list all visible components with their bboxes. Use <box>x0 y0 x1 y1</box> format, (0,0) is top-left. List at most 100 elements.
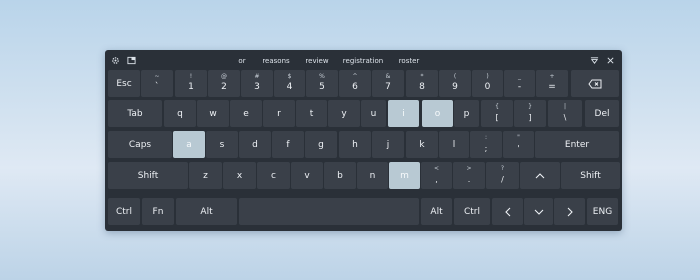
backspace-key[interactable] <box>571 70 619 97</box>
arrow-up-key[interactable] <box>520 162 560 189</box>
suggestion-2[interactable]: reasons <box>262 56 289 66</box>
key-a[interactable]: a <box>173 131 205 158</box>
key-c[interactable]: c <box>257 162 290 189</box>
key-6[interactable]: ^ 6 <box>339 70 371 97</box>
key-label: u <box>370 108 377 119</box>
key-label: ENG <box>592 206 613 217</box>
key-label: x <box>236 170 243 181</box>
key-y[interactable]: y <box>328 100 360 127</box>
key-label <box>239 198 419 225</box>
key-m[interactable]: m <box>389 162 420 189</box>
key-symbol: ; <box>484 144 488 153</box>
key-q[interactable]: q <box>164 100 196 127</box>
key-del[interactable]: Del <box>585 100 619 127</box>
key-label: Fn <box>152 206 164 217</box>
key-caps[interactable]: Caps <box>108 131 172 158</box>
key-h[interactable]: h <box>339 131 371 158</box>
key-alt[interactable]: Alt <box>421 198 452 225</box>
key-eng[interactable]: ENG <box>587 198 618 225</box>
key-label: r <box>277 108 281 119</box>
key-label: p <box>463 108 470 119</box>
key-ctrl[interactable]: Ctrl <box>454 198 490 225</box>
key-5[interactable]: % 5 <box>306 70 338 97</box>
key-shift-symbol: _ <box>518 73 521 80</box>
key-fn[interactable]: Fn <box>142 198 174 225</box>
key-label: z <box>203 170 208 181</box>
key-v[interactable]: v <box>291 162 323 189</box>
key-x[interactable]: x <box>223 162 256 189</box>
key-shift[interactable]: Shift <box>561 162 620 189</box>
key-label: s <box>219 139 225 150</box>
keyboard-layout-icon[interactable] <box>127 56 136 66</box>
key-r[interactable]: r <box>263 100 295 127</box>
suggestion-5[interactable]: roster <box>399 56 420 66</box>
key-backtick[interactable]: ~ ` <box>141 70 173 97</box>
suggestion-4[interactable]: registration <box>343 56 383 66</box>
key-equals[interactable]: + = <box>536 70 568 97</box>
key-b[interactable]: b <box>324 162 356 189</box>
key-j[interactable]: j <box>372 131 404 158</box>
key-semicolon[interactable]: :; <box>470 131 502 158</box>
key-enter[interactable]: Enter <box>535 131 619 158</box>
dock-icon[interactable] <box>590 56 599 66</box>
key-slash[interactable]: ? / <box>486 162 519 189</box>
suggestion-3[interactable]: review <box>305 56 328 66</box>
key-t[interactable]: t <box>296 100 327 127</box>
key-tab[interactable]: Tab <box>108 100 162 127</box>
key-alt[interactable]: Alt <box>176 198 237 225</box>
key-backslash[interactable]: | \ <box>548 100 582 127</box>
key-symbol: ' <box>517 144 520 153</box>
key-8[interactable]: * 8 <box>406 70 438 97</box>
arrow-down-key[interactable] <box>524 198 553 225</box>
key-apostrophe[interactable]: " ' <box>503 131 534 158</box>
key-symbol: 4 <box>286 82 293 92</box>
key-g[interactable]: g <box>305 131 337 158</box>
key-label: Shift <box>580 170 601 181</box>
key-ctrl[interactable]: Ctrl <box>108 198 140 225</box>
key-n[interactable]: n <box>357 162 388 189</box>
key-shift-symbol: { <box>495 103 499 110</box>
key-9[interactable]: (9 <box>439 70 471 97</box>
key-e[interactable]: e <box>230 100 262 127</box>
key-symbol: = <box>548 82 556 92</box>
key-shift-symbol: " <box>517 134 520 141</box>
close-icon[interactable] <box>606 56 615 66</box>
key-f[interactable]: f <box>272 131 304 158</box>
key-label: t <box>309 108 314 119</box>
key-0[interactable]: ) 0 <box>472 70 503 97</box>
key-comma[interactable]: <, <box>421 162 452 189</box>
suggestion-1[interactable]: or <box>238 56 245 66</box>
key-shift[interactable]: Shift <box>108 162 188 189</box>
key-right-bracket[interactable]: }] <box>514 100 546 127</box>
key-w[interactable]: w <box>197 100 229 127</box>
key-label: b <box>337 170 343 181</box>
key-u[interactable]: u <box>361 100 386 127</box>
key-shift-symbol: ~ <box>154 73 160 80</box>
key-label: Ctrl <box>115 206 132 217</box>
key-minus[interactable]: _ - <box>504 70 535 97</box>
key-label: w <box>209 108 217 119</box>
arrow-right-key[interactable] <box>554 198 585 225</box>
key-shift-symbol: ^ <box>352 73 358 80</box>
key-2[interactable]: @2 <box>208 70 240 97</box>
key-o[interactable]: o <box>422 100 453 127</box>
key-left-bracket[interactable]: {[ <box>481 100 513 127</box>
key-s[interactable]: s <box>206 131 238 158</box>
key-k[interactable]: k <box>406 131 438 158</box>
key-symbol: 6 <box>352 82 358 92</box>
arrow-left-key[interactable] <box>492 198 523 225</box>
key-p[interactable]: p <box>454 100 479 127</box>
spacebar[interactable] <box>239 198 419 225</box>
key-1[interactable]: ! 1 <box>175 70 207 97</box>
key-d[interactable]: d <box>239 131 271 158</box>
key-z[interactable]: z <box>189 162 222 189</box>
key-period[interactable]: >. <box>453 162 485 189</box>
key-shift-symbol: ? <box>500 165 505 172</box>
key-3[interactable]: #3 <box>241 70 273 97</box>
key-7[interactable]: & 7 <box>372 70 404 97</box>
key-esc[interactable]: Esc <box>108 70 140 97</box>
key-4[interactable]: $4 <box>274 70 305 97</box>
settings-icon[interactable] <box>111 56 120 66</box>
key-i[interactable]: i <box>388 100 419 127</box>
key-l[interactable]: l <box>439 131 469 158</box>
